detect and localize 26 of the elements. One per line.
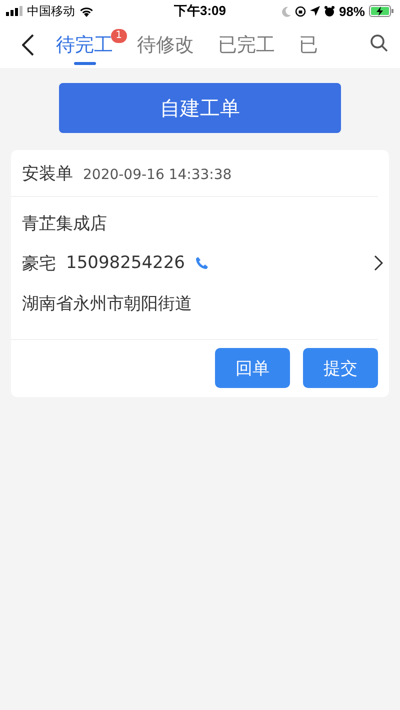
location-arrow-icon [310,6,320,16]
alarm-clock-icon [324,6,335,16]
clock-time: 下午3:09 [174,2,226,20]
customer-name: 豪宅 [22,252,56,274]
phone-icon[interactable] [194,256,209,270]
order-datetime: 2020-09-16 14:33:38 [83,167,232,183]
battery-percent: 98% [338,4,365,18]
address: 湖南省永州市朝阳街道 [22,292,192,314]
battery-charging-icon [369,5,394,17]
create-order-button[interactable]: 自建工单 [59,83,341,133]
order-type: 安装单 [22,163,73,185]
back-icon[interactable] [22,34,34,56]
carrier-name: 中国移动 [27,2,75,20]
action-button[interactable]: 提交 [303,348,378,388]
tab[interactable]: 已完工 [218,22,289,68]
lock-rotation-icon [294,6,306,16]
signal-icon [6,6,23,16]
chevron-right-icon[interactable] [374,255,383,271]
action-button[interactable]: 回单 [215,348,290,388]
wifi-icon [79,6,94,16]
phone-number: 15098254226 [66,253,185,273]
moon-icon [280,6,291,16]
count-badge: 1 [110,29,127,43]
tab[interactable]: 待修改 [137,22,208,68]
store-name: 青芷集成店 [22,212,107,234]
tab[interactable]: 已 [299,22,332,68]
